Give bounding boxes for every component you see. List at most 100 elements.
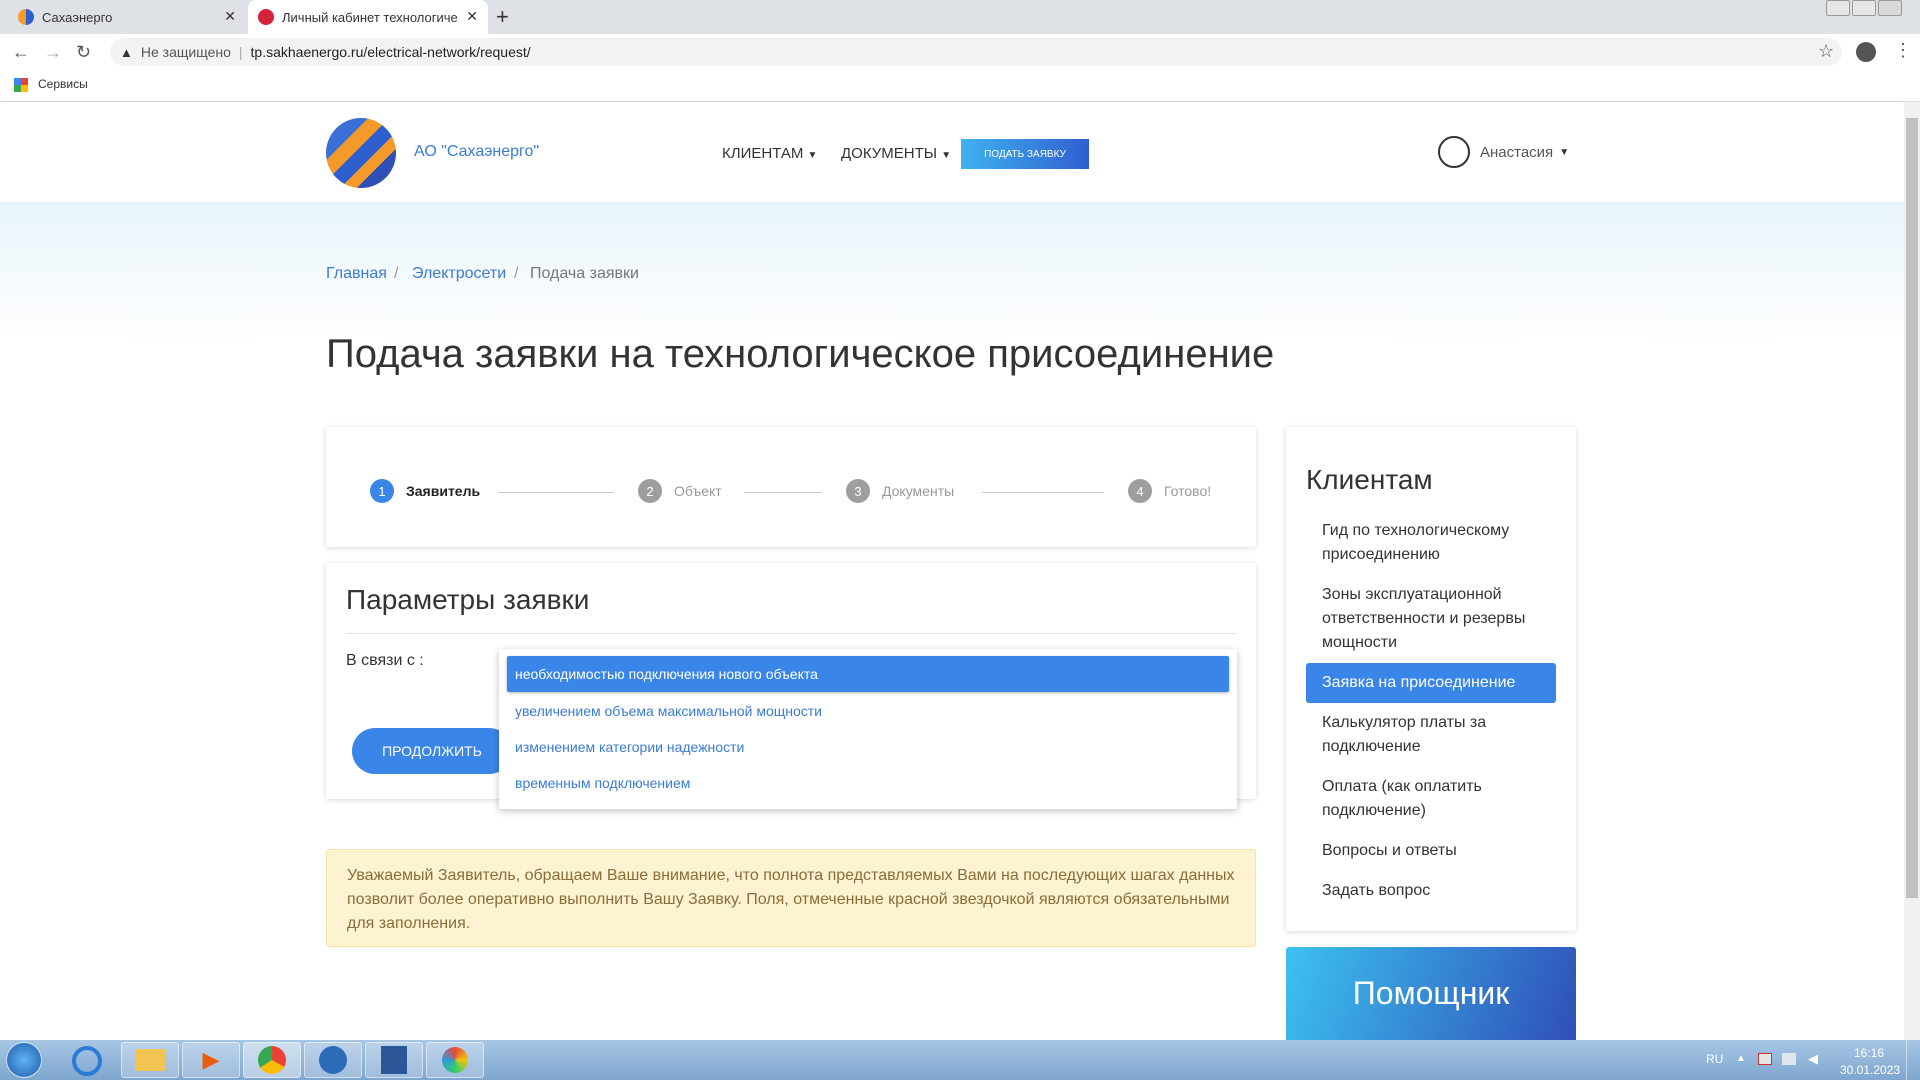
reason-option-temporary[interactable]: временным подключением: [507, 765, 1229, 801]
media-player-taskbar-button[interactable]: ▶: [182, 1042, 240, 1078]
ie-taskbar-icon[interactable]: [72, 1046, 102, 1076]
user-menu[interactable]: Анастасия ▼: [1438, 136, 1569, 168]
bookmark-services[interactable]: Сервисы: [38, 77, 88, 91]
reason-option-reliability[interactable]: изменением категории надежности: [507, 729, 1229, 765]
paint-taskbar-button[interactable]: [426, 1042, 484, 1078]
page-title: Подача заявки на технологическое присоед…: [326, 332, 1275, 376]
back-icon[interactable]: ←: [12, 42, 30, 63]
cabinet-favicon-icon: [258, 9, 274, 25]
language-indicator[interactable]: RU: [1706, 1052, 1723, 1066]
breadcrumb-separator: /: [394, 265, 399, 282]
breadcrumb-home[interactable]: Главная: [326, 265, 387, 283]
security-label: Не защищено: [140, 44, 231, 60]
caret-down-icon: ▼: [807, 150, 818, 161]
paint-icon: [442, 1047, 468, 1073]
mail-taskbar-button[interactable]: [304, 1042, 362, 1078]
chrome-icon: [258, 1046, 286, 1074]
show-desktop-button[interactable]: [1906, 1040, 1920, 1080]
caret-down-icon: ▼: [1559, 146, 1570, 158]
form-divider: [346, 633, 1236, 634]
caret-down-icon: ▼: [941, 150, 952, 161]
tray-volume-icon[interactable]: ◀: [1808, 1051, 1818, 1067]
mail-icon: [319, 1046, 347, 1074]
tray-network-icon[interactable]: [1782, 1053, 1796, 1065]
step-connector: [982, 492, 1104, 493]
sakhaenergo-favicon-icon: [18, 9, 34, 25]
sakhaenergo-logo-icon[interactable]: [326, 118, 396, 188]
sidebar-item-guide[interactable]: Гид по технологическому присоединению: [1322, 519, 1572, 567]
breadcrumb-networks[interactable]: Электросети: [412, 265, 506, 283]
sidebar-item-calculator[interactable]: Калькулятор платы за подключение: [1322, 711, 1572, 759]
user-name: Анастасия: [1480, 143, 1554, 161]
apps-grid-icon[interactable]: [14, 78, 28, 92]
close-window-button[interactable]: [1878, 0, 1902, 16]
breadcrumb-separator: /: [514, 265, 519, 282]
reload-icon[interactable]: ↻: [76, 42, 91, 63]
notice-text: Уважаемый Заявитель, обращаем Ваше внима…: [347, 867, 1235, 932]
scrollbar-thumb[interactable]: [1906, 118, 1918, 898]
tray-flag-icon[interactable]: [1758, 1053, 1772, 1065]
close-tab-icon[interactable]: ✕: [466, 8, 478, 25]
sidebar-item-zones[interactable]: Зоны эксплуатационной ответственности и …: [1322, 583, 1572, 655]
continue-button[interactable]: ПРОДОЛЖИТЬ: [352, 728, 512, 774]
breadcrumb-current: Подача заявки: [530, 265, 639, 282]
url-text: tp.sakhaenergo.ru/electrical-network/req…: [250, 44, 531, 60]
nav-clients[interactable]: КЛИЕНТАМ ▼: [722, 145, 817, 162]
step-1-number: 1: [370, 479, 394, 503]
company-name[interactable]: АО "Сахаэнерго": [414, 143, 539, 161]
play-icon: ▶: [202, 1047, 220, 1072]
step-2-number: 2: [638, 479, 662, 503]
explorer-taskbar-button[interactable]: [121, 1042, 179, 1078]
step-2-label: Объект: [674, 483, 722, 499]
reason-label: В связи с :: [346, 652, 424, 669]
word-taskbar-button[interactable]: [365, 1042, 423, 1078]
bookmarks-bar: [0, 70, 1920, 102]
new-tab-button[interactable]: +: [496, 4, 509, 30]
warning-icon: ▲: [120, 44, 133, 60]
sidebar-item-ask[interactable]: Задать вопрос: [1322, 879, 1572, 903]
reason-option-increase-power[interactable]: увеличением объема максимальной мощности: [507, 693, 1229, 729]
address-bar[interactable]: ▲ Не защищено | tp.sakhaenergo.ru/electr…: [110, 38, 1842, 66]
step-connector: [744, 492, 822, 493]
step-4-number: 4: [1128, 479, 1152, 503]
sidebar-title: Клиентам: [1306, 464, 1433, 495]
reason-option-new-object[interactable]: необходимостью подключения нового объект…: [507, 656, 1229, 692]
site-header: [0, 102, 1904, 202]
tray-expand-icon[interactable]: ▲: [1736, 1053, 1746, 1064]
notice-box: Уважаемый Заявитель, обращаем Ваше внима…: [326, 849, 1256, 947]
forward-icon[interactable]: →: [44, 42, 62, 63]
clock-time[interactable]: 16:16: [1854, 1046, 1884, 1060]
step-3-number: 3: [846, 479, 870, 503]
step-connector: [498, 492, 614, 493]
minimize-window-button[interactable]: [1826, 0, 1850, 16]
step-3-label: Документы: [882, 483, 955, 499]
tab-title: Сахаэнерго: [42, 9, 113, 25]
clock-date[interactable]: 30.01.2023: [1840, 1063, 1900, 1077]
sidebar-item-payment[interactable]: Оплата (как оплатить подключение): [1322, 775, 1572, 823]
step-4-label: Готово!: [1164, 483, 1212, 499]
user-avatar-icon: [1438, 136, 1470, 168]
tab-title: Личный кабинет технологическ: [282, 9, 458, 25]
start-button-icon[interactable]: [6, 1042, 42, 1078]
hero-background: [0, 202, 1904, 342]
restore-window-button[interactable]: [1852, 0, 1876, 16]
chrome-taskbar-button[interactable]: [243, 1042, 301, 1078]
close-tab-icon[interactable]: ✕: [224, 8, 236, 25]
form-title: Параметры заявки: [346, 584, 590, 615]
nav-documents[interactable]: ДОКУМЕНТЫ ▼: [841, 145, 951, 162]
bookmark-star-icon[interactable]: ☆: [1818, 41, 1834, 62]
sidebar-item-label: Заявка на присоединение: [1322, 674, 1516, 691]
helper-title: Помощник: [1352, 975, 1510, 1011]
menu-dots-icon[interactable]: ⋮: [1894, 40, 1912, 61]
divider: |: [238, 44, 243, 60]
word-icon: [381, 1046, 407, 1074]
helper-banner[interactable]: Помощник: [1286, 947, 1576, 1040]
step-1-label: Заявитель: [406, 483, 481, 499]
apply-request-button[interactable]: ПОДАТЬ ЗАЯВКУ: [961, 139, 1089, 169]
sidebar-item-faq[interactable]: Вопросы и ответы: [1322, 839, 1572, 863]
folder-icon: [135, 1049, 165, 1071]
browser-tab-2[interactable]: Личный кабинет технологическ ✕: [248, 0, 488, 34]
profile-icon[interactable]: [1856, 42, 1876, 62]
browser-tab-1[interactable]: Сахаэнерго ✕: [8, 0, 246, 34]
sidebar-item-request-active[interactable]: Заявка на присоединение: [1306, 663, 1556, 703]
